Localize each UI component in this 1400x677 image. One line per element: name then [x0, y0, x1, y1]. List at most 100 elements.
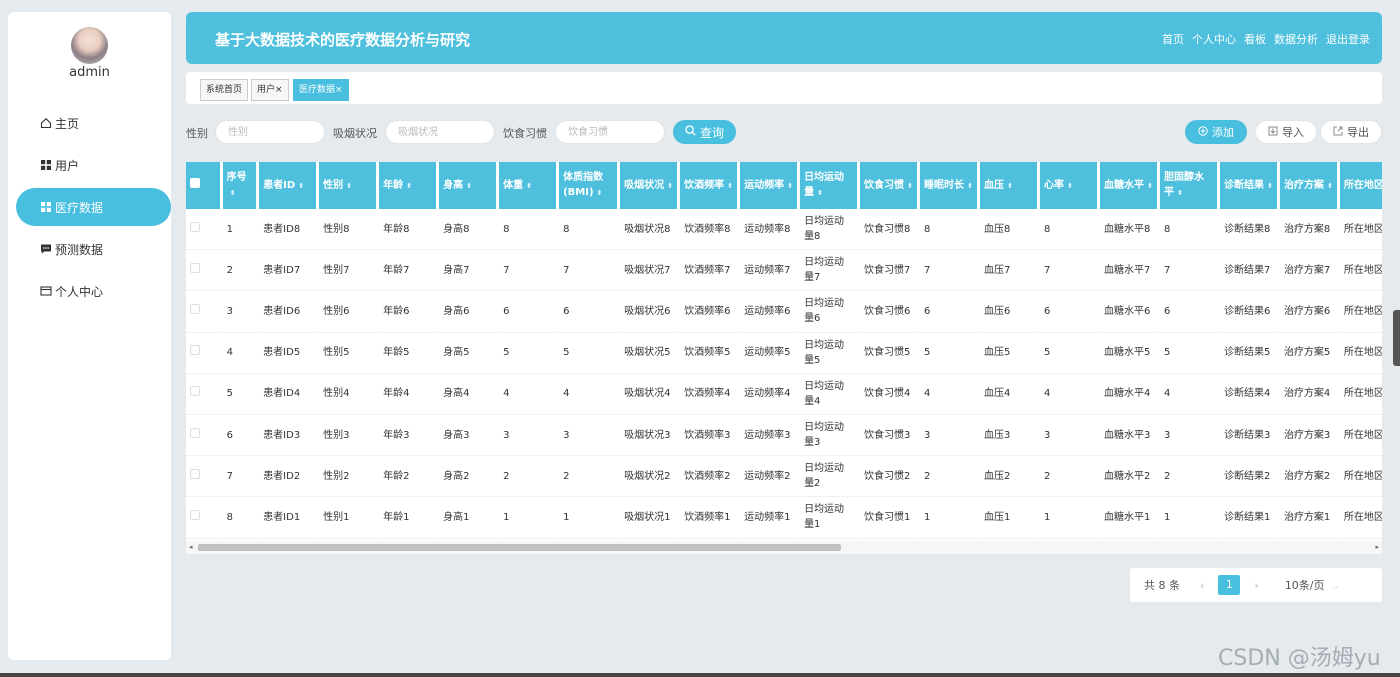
scroll-left-arrow-icon[interactable]: ◂: [189, 543, 193, 551]
sort-icon[interactable]: ⬍: [1327, 179, 1333, 194]
row-checkbox[interactable]: [190, 386, 200, 397]
column-header[interactable]: 饮酒频率 ⬍: [680, 162, 741, 209]
horizontal-scrollbar[interactable]: ◂ ▸: [186, 541, 1382, 554]
sort-icon[interactable]: ⬍: [406, 179, 412, 194]
nav-personal-center-link[interactable]: 个人中心: [1192, 31, 1236, 47]
row-checkbox[interactable]: [190, 262, 200, 273]
table-row[interactable]: 4 患者ID5 性别5 年龄5 身高5 5 5 吸烟状况5 饮酒频率5 运动频率5 日均运动量5 饮食…: [186, 332, 1382, 374]
gender-search-input[interactable]: [215, 120, 325, 144]
sort-icon[interactable]: ⬍: [1147, 179, 1153, 194]
sort-icon[interactable]: ⬍: [907, 179, 913, 194]
nav-home-link[interactable]: 首页: [1162, 31, 1184, 47]
sort-icon[interactable]: ⬍: [1267, 179, 1273, 194]
diet-search-input[interactable]: [555, 120, 665, 144]
row-checkbox-cell[interactable]: [186, 373, 223, 415]
import-button[interactable]: 导入: [1255, 120, 1317, 144]
table-row[interactable]: 2 患者ID7 性别7 年龄7 身高7 7 7 吸烟状况7 饮酒频率7 运动频率7 日均运动量7 饮食…: [186, 250, 1382, 292]
row-checkbox-cell[interactable]: [186, 497, 223, 539]
table-cell: 性别3: [319, 414, 380, 457]
nav-dashboard-link[interactable]: 看板: [1244, 31, 1266, 47]
sort-icon[interactable]: ⬍: [466, 179, 472, 194]
table-row[interactable]: 7 患者ID2 性别2 年龄2 身高2 2 2 吸烟状况2 饮酒频率2 运动频率2 日均运动量2 饮食…: [186, 456, 1382, 498]
column-header[interactable]: 心率 ⬍: [1040, 162, 1100, 209]
column-header[interactable]: 体重 ⬍: [499, 162, 560, 209]
column-header[interactable]: 体质指数(BMI) ⬍: [559, 162, 621, 209]
sort-icon[interactable]: ⬍: [1007, 179, 1013, 194]
row-checkbox[interactable]: [190, 509, 200, 520]
sidebar-item-users[interactable]: 用户: [16, 146, 171, 184]
nav-data-analysis-link[interactable]: 数据分析: [1274, 31, 1318, 47]
row-checkbox-cell[interactable]: [186, 332, 223, 374]
sort-icon[interactable]: ⬍: [1067, 179, 1073, 194]
tab-users[interactable]: 用户×: [251, 79, 289, 101]
sort-icon[interactable]: ⬍: [787, 179, 793, 194]
column-header[interactable]: 性别 ⬍: [319, 162, 380, 209]
sort-icon[interactable]: ⬍: [967, 179, 973, 194]
query-button[interactable]: 查询: [673, 120, 736, 144]
column-header[interactable]: 身高 ⬍: [439, 162, 500, 209]
nav-logout-link[interactable]: 退出登录: [1326, 31, 1370, 47]
sort-icon[interactable]: ⬍: [526, 179, 532, 194]
table-row[interactable]: 3 患者ID6 性别6 年龄6 身高6 6 6 吸烟状况6 饮酒频率6 运动频率6 日均运动量6 饮食…: [186, 291, 1382, 333]
row-checkbox-cell[interactable]: [186, 291, 223, 333]
row-checkbox[interactable]: [190, 221, 200, 232]
sidebar-item-home[interactable]: 主页: [16, 104, 171, 142]
column-header[interactable]: 血压 ⬍: [980, 162, 1040, 209]
home-icon: [40, 117, 52, 129]
table-cell: 日均运动量5: [800, 332, 861, 374]
row-checkbox-cell[interactable]: [186, 456, 223, 498]
sort-icon[interactable]: ⬍: [817, 186, 823, 201]
scrollbar-thumb[interactable]: [198, 544, 841, 551]
column-header[interactable]: 饮食习惯 ⬍: [860, 162, 921, 209]
sidebar-item-prediction-data[interactable]: 预测数据: [16, 230, 171, 268]
tab-system-home[interactable]: 系统首页: [200, 79, 249, 101]
table-row[interactable]: 1 患者ID8 性别8 年龄8 身高8 8 8 吸烟状况8 饮酒频率8 运动频率8 日均运动量8 饮食…: [186, 209, 1382, 251]
avatar[interactable]: [71, 27, 108, 64]
column-header[interactable]: 胆固醇水平 ⬍: [1159, 162, 1220, 209]
select-all-checkbox[interactable]: [190, 178, 200, 188]
column-header[interactable]: 年龄 ⬍: [379, 162, 440, 209]
add-button[interactable]: 添加: [1185, 120, 1247, 144]
row-checkbox[interactable]: [190, 303, 200, 314]
row-checkbox[interactable]: [190, 345, 200, 356]
column-header[interactable]: 日均运动量 ⬍: [800, 162, 861, 209]
page-number-button[interactable]: 1: [1218, 575, 1241, 595]
table-row[interactable]: 5 患者ID4 性别4 年龄4 身高4 4 4 吸烟状况4 饮酒频率4 运动频率4 日均运动量4 饮食…: [186, 373, 1382, 415]
smoking-search-input[interactable]: [385, 120, 495, 144]
page-size-select[interactable]: 10条/页 ⌵: [1285, 577, 1339, 593]
sort-icon[interactable]: ⬍: [727, 179, 733, 194]
scroll-right-arrow-icon[interactable]: ▸: [1375, 543, 1379, 551]
sidebar-item-medical-data[interactable]: 医疗数据: [16, 188, 171, 226]
column-header[interactable]: 患者ID ⬍: [259, 162, 320, 209]
select-all-checkbox-cell[interactable]: [186, 162, 223, 209]
sort-icon[interactable]: ⬍: [346, 179, 352, 194]
sort-icon[interactable]: ⬍: [667, 179, 673, 194]
sort-icon[interactable]: ⬍: [597, 186, 603, 201]
row-checkbox[interactable]: [190, 468, 200, 479]
row-checkbox[interactable]: [190, 427, 200, 438]
table-row[interactable]: 8 患者ID1 性别1 年龄1 身高1 1 1 吸烟状况1 饮酒频率1 运动频率1 日均运动量1 饮食…: [186, 497, 1382, 539]
sort-icon[interactable]: ⬍: [1177, 186, 1183, 201]
column-header[interactable]: 睡眠时长 ⬍: [920, 162, 981, 209]
next-page-icon[interactable]: ›: [1254, 579, 1258, 592]
column-header[interactable]: 诊断结果 ⬍: [1219, 162, 1280, 209]
column-header[interactable]: 运动频率 ⬍: [740, 162, 801, 209]
row-checkbox-cell[interactable]: [186, 209, 223, 251]
column-header[interactable]: 治疗方案 ⬍: [1279, 162, 1340, 209]
tab-medical-data[interactable]: 医疗数据×: [293, 79, 349, 101]
sort-icon[interactable]: ⬍: [298, 179, 304, 194]
column-header[interactable]: 吸烟状况 ⬍: [620, 162, 681, 209]
column-header[interactable]: 所在地区⬍: [1339, 162, 1382, 209]
row-checkbox-cell[interactable]: [186, 250, 223, 292]
prev-page-icon[interactable]: ‹: [1200, 579, 1204, 592]
sidebar-item-personal-center[interactable]: 个人中心: [16, 272, 171, 310]
export-button[interactable]: 导出: [1320, 120, 1382, 144]
table-cell: 治疗方案3: [1279, 414, 1340, 457]
column-header[interactable]: 血糖水平 ⬍: [1099, 162, 1160, 209]
row-checkbox-cell[interactable]: [186, 414, 223, 457]
column-header[interactable]: 序号 ⬍: [222, 162, 260, 209]
side-panel-handle[interactable]: [1393, 310, 1400, 366]
table-cell: 血压8: [980, 209, 1040, 251]
sort-icon[interactable]: ⬍: [230, 186, 236, 201]
table-row[interactable]: 6 患者ID3 性别3 年龄3 身高3 3 3 吸烟状况3 饮酒频率3 运动频率3 日均运动量3 饮食…: [186, 414, 1382, 457]
